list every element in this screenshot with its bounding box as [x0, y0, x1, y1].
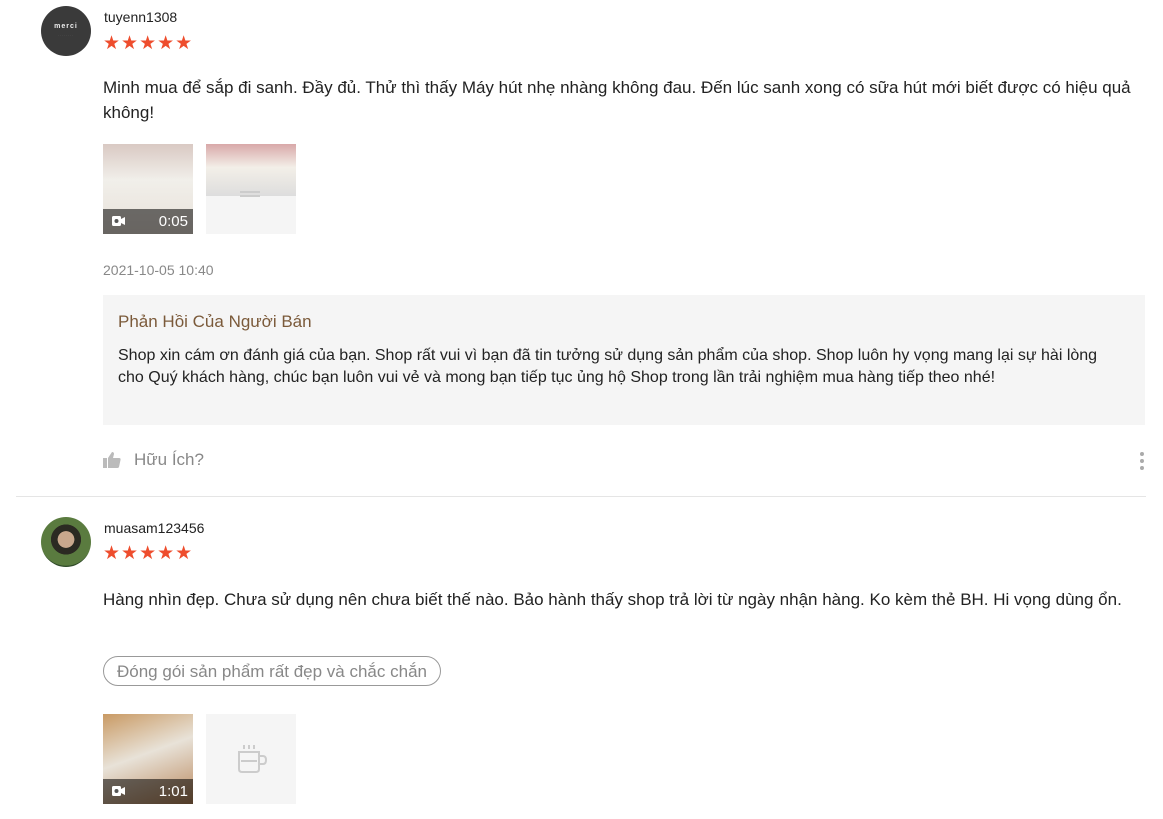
seller-reply: Phản Hồi Của Người Bán Shop xin cám ơn đ…	[103, 295, 1145, 425]
rating-stars: ★★★★★	[103, 543, 194, 564]
video-camera-icon	[112, 216, 125, 226]
review-content: Hàng nhìn đẹp. Chưa sử dụng nên chưa biế…	[103, 590, 1122, 609]
review-video-thumbnail[interactable]: 1:01	[103, 714, 193, 804]
video-duration: 0:05	[158, 213, 188, 230]
image-placeholder-icon	[240, 191, 260, 197]
video-duration: 1:01	[158, 783, 188, 800]
avatar[interactable]: merci ········	[41, 6, 91, 56]
review-image-thumbnail[interactable]	[206, 714, 296, 804]
thumbs-up-icon	[103, 452, 121, 468]
seller-reply-body: Shop xin cám ơn đánh giá của bạn. Shop r…	[118, 347, 1098, 386]
reviewer-username[interactable]: tuyenn1308	[104, 9, 177, 25]
rating-stars: ★★★★★	[103, 33, 194, 54]
review-tag: Đóng gói sản phẩm rất đẹp và chắc chắn	[103, 656, 441, 686]
more-vertical-icon[interactable]	[1139, 451, 1145, 471]
review-item: muasam123456 ★★★★★ Hàng nhìn đẹp. Chưa s…	[0, 497, 1163, 819]
avatar[interactable]	[41, 517, 91, 567]
video-overlay: 1:01	[103, 779, 193, 804]
video-camera-icon	[112, 786, 125, 796]
reviewer-username[interactable]: muasam123456	[104, 520, 204, 536]
review-image-thumbnail[interactable]	[206, 144, 296, 234]
helpful-label: Hữu Ích?	[134, 450, 204, 469]
image-placeholder-icon	[238, 745, 268, 773]
video-overlay: 0:05	[103, 209, 193, 234]
review-timestamp: 2021-10-05 10:40	[103, 262, 214, 278]
avatar-logo-subtext: ········	[58, 33, 74, 37]
review-item: merci ········ tuyenn1308 ★★★★★ Minh mua…	[0, 0, 1163, 496]
review-video-thumbnail[interactable]: 0:05	[103, 144, 193, 234]
seller-reply-title: Phản Hồi Của Người Bán	[118, 312, 312, 331]
review-content: Minh mua để sắp đi sanh. Đầy đủ. Thử thì…	[103, 78, 1131, 122]
avatar-logo-text: merci	[54, 23, 78, 30]
